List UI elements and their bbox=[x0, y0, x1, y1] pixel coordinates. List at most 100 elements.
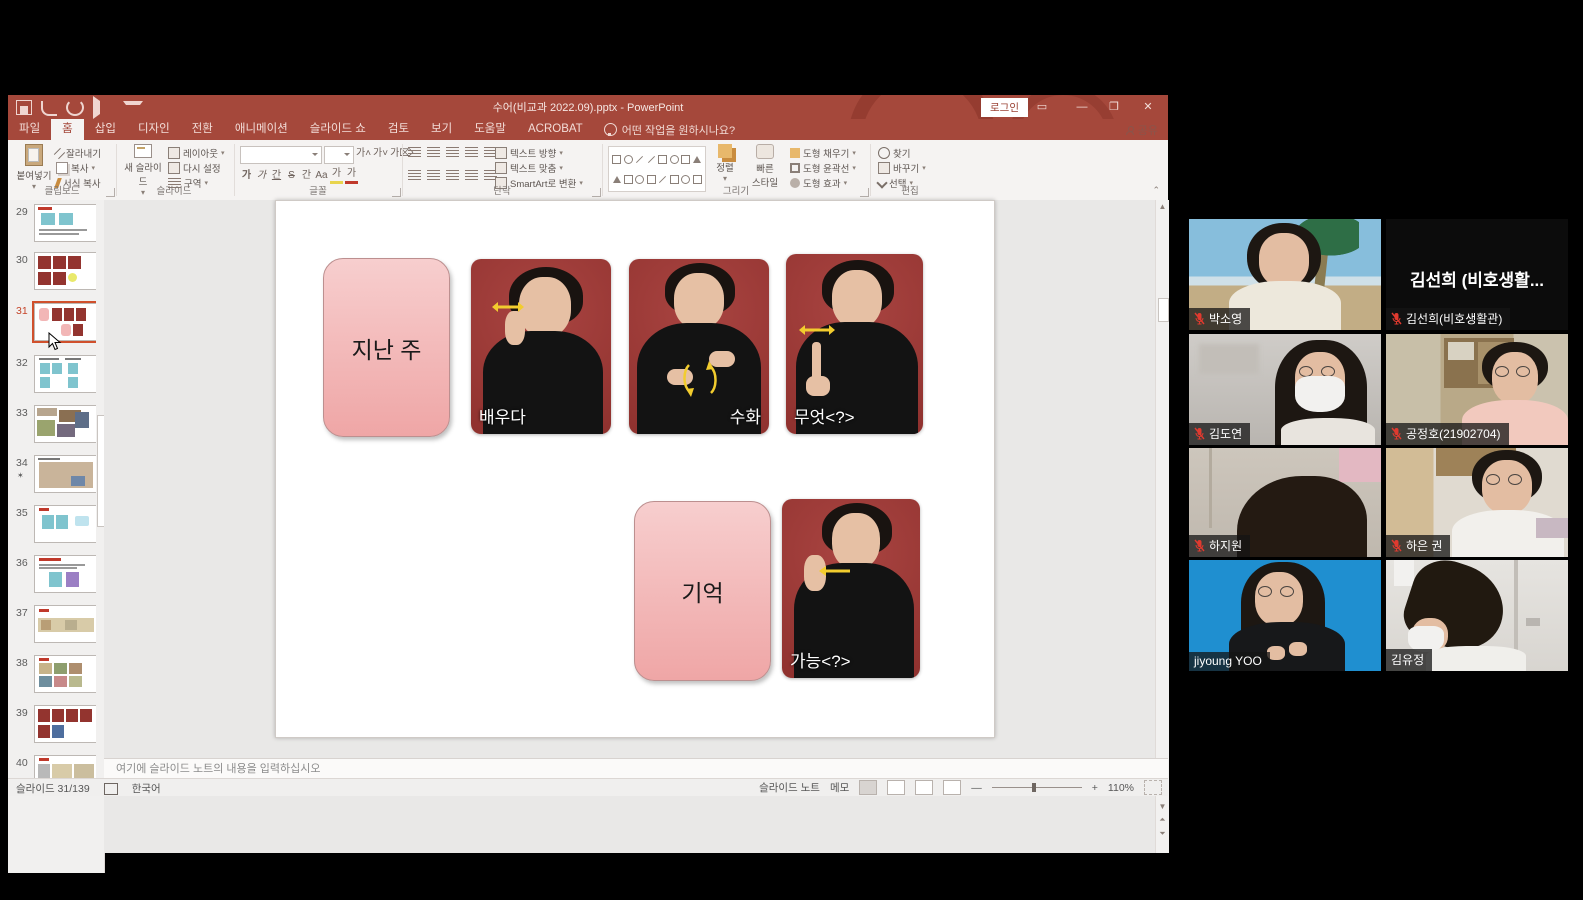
sign-photo-what[interactable]: 무엇<?> bbox=[786, 254, 923, 434]
shape-icon[interactable] bbox=[636, 155, 643, 162]
copy-button[interactable]: 복사▾ bbox=[56, 161, 95, 175]
bullets-icon[interactable] bbox=[408, 147, 421, 157]
minimize-button[interactable]: — bbox=[1068, 95, 1096, 119]
drawing-dialog-launcher[interactable] bbox=[860, 188, 869, 197]
replace-button[interactable]: 바꾸기▾ bbox=[878, 161, 926, 175]
main-scrollbar-thumb[interactable] bbox=[1158, 298, 1169, 322]
shape-outline-button[interactable]: 도형 윤곽선▾ bbox=[790, 161, 856, 175]
align-right-icon[interactable] bbox=[446, 170, 459, 180]
slide-canvas[interactable]: 지난 주 배우다 수화 무엇<?> 기억 bbox=[275, 200, 995, 738]
font-dialog-launcher[interactable] bbox=[392, 188, 401, 197]
pink-shape-last-week[interactable]: 지난 주 bbox=[323, 258, 450, 437]
strikethrough-button[interactable]: S bbox=[285, 169, 298, 183]
tell-me-search[interactable]: 어떤 작업을 원하시나요? bbox=[594, 119, 745, 140]
sign-photo-possible[interactable]: 가능<?> bbox=[782, 499, 920, 678]
shape-icon[interactable] bbox=[658, 155, 667, 164]
accessibility-icon[interactable] bbox=[104, 783, 118, 795]
align-left-icon[interactable] bbox=[408, 170, 421, 180]
tab-acrobat[interactable]: ACROBAT bbox=[517, 119, 594, 140]
char-spacing-button[interactable]: 간 bbox=[300, 169, 313, 183]
thumbnail-scrollbar[interactable] bbox=[96, 200, 104, 873]
participant-tile-gongjungho[interactable]: 공정호(21902704) bbox=[1386, 334, 1568, 445]
login-button[interactable]: 로그인 bbox=[981, 98, 1028, 117]
tab-file[interactable]: 파일 bbox=[8, 119, 51, 140]
shape-icon[interactable] bbox=[670, 155, 679, 164]
justify-icon[interactable] bbox=[465, 170, 478, 180]
reset-button[interactable]: 다시 설정 bbox=[168, 161, 221, 175]
previous-slide-icon[interactable]: ⏶ bbox=[1156, 815, 1169, 825]
underline-button[interactable]: 간 bbox=[270, 169, 283, 183]
participant-tile-kimdoyeon[interactable]: 김도연 bbox=[1189, 334, 1381, 445]
slide-sorter-view-button[interactable] bbox=[887, 780, 905, 795]
change-case-button[interactable]: Aa bbox=[315, 169, 328, 183]
participant-tile-kimsunhee[interactable]: 김선희 (비호생활... 김선희(비호생활관) bbox=[1386, 219, 1568, 330]
participant-tile-kimyujung[interactable]: 김유정 bbox=[1386, 560, 1568, 671]
bold-button[interactable]: 가 bbox=[240, 169, 253, 183]
zoom-slider[interactable] bbox=[992, 787, 1082, 788]
shape-icon[interactable] bbox=[624, 155, 633, 164]
alignment-buttons[interactable] bbox=[408, 170, 497, 180]
sign-photo-learn[interactable]: 배우다 bbox=[471, 259, 611, 434]
tab-home[interactable]: 홈 bbox=[51, 119, 84, 140]
align-center-icon[interactable] bbox=[427, 170, 440, 180]
participant-tile-haeunkwon[interactable]: 하은 권 bbox=[1386, 448, 1568, 557]
find-button[interactable]: 찾기 bbox=[878, 146, 910, 160]
scroll-up-icon[interactable]: ▲ bbox=[1156, 202, 1169, 211]
shape-icon[interactable] bbox=[681, 155, 690, 164]
font-name-combobox[interactable] bbox=[240, 146, 322, 164]
shape-fill-button[interactable]: 도형 채우기▾ bbox=[790, 146, 856, 160]
font-color-button[interactable]: 가 bbox=[345, 167, 358, 184]
shape-icon[interactable] bbox=[648, 155, 655, 162]
list-indent-buttons[interactable] bbox=[408, 147, 497, 157]
layout-button[interactable]: 레이아웃▾ bbox=[168, 146, 224, 160]
next-slide-icon[interactable]: ⏷ bbox=[1156, 829, 1169, 839]
tab-view[interactable]: 보기 bbox=[420, 119, 463, 140]
pink-shape-memory[interactable]: 기억 bbox=[634, 501, 771, 681]
scroll-down-icon[interactable]: ▼ bbox=[1156, 802, 1169, 811]
tab-insert[interactable]: 삽입 bbox=[84, 119, 127, 140]
zoom-level[interactable]: 110% bbox=[1108, 782, 1134, 794]
fit-to-window-button[interactable] bbox=[1144, 780, 1162, 795]
notes-pane[interactable]: 여기에 슬라이드 노트의 내용을 입력하십시오 bbox=[104, 758, 1168, 778]
clipboard-dialog-launcher[interactable] bbox=[106, 188, 115, 197]
text-direction-button[interactable]: 텍스트 방향▾ bbox=[495, 146, 563, 160]
highlight-button[interactable]: 가 bbox=[330, 167, 343, 184]
paragraph-dialog-launcher[interactable] bbox=[592, 188, 601, 197]
tab-design[interactable]: 디자인 bbox=[127, 119, 181, 140]
cut-button[interactable]: 잘라내기 bbox=[56, 146, 101, 160]
memo-toggle-button[interactable]: 메모 bbox=[830, 780, 849, 795]
share-button[interactable]: 공유 bbox=[1126, 119, 1158, 140]
tab-transition[interactable]: 전환 bbox=[181, 119, 224, 140]
collapse-ribbon-icon[interactable]: ⌃ bbox=[1152, 185, 1160, 196]
font-style-buttons[interactable]: 가 가 간 S 간 Aa 가 가 bbox=[240, 167, 358, 184]
zoom-in-button[interactable]: + bbox=[1092, 782, 1098, 794]
language-indicator[interactable]: 한국어 bbox=[132, 781, 161, 796]
participant-tile-parksoyoung[interactable]: 박소영 bbox=[1189, 219, 1381, 330]
participant-tile-hajiwon[interactable]: 하지원 bbox=[1189, 448, 1381, 557]
tab-help[interactable]: 도움말 bbox=[463, 119, 517, 140]
reading-view-button[interactable] bbox=[915, 780, 933, 795]
tab-review[interactable]: 검토 bbox=[377, 119, 420, 140]
slideshow-view-button[interactable] bbox=[943, 780, 961, 795]
main-scrollbar[interactable]: ▲ ▼ ⏶ ⏷ bbox=[1155, 200, 1169, 853]
ribbon-display-options-button[interactable]: ▭ bbox=[1028, 95, 1056, 119]
sign-photo-sign-language[interactable]: 수화 bbox=[629, 259, 769, 434]
shape-icon[interactable] bbox=[612, 155, 621, 164]
participant-tile-jiyoungyoo-active-speaker[interactable]: jiyoung YOO bbox=[1189, 560, 1381, 671]
numbering-icon[interactable] bbox=[427, 147, 440, 157]
align-text-button[interactable]: 텍스트 맞춤▾ bbox=[495, 161, 563, 175]
zoom-slider-knob[interactable] bbox=[1032, 783, 1036, 792]
arrange-button[interactable]: 정렬▾ bbox=[708, 144, 742, 183]
shape-icon[interactable] bbox=[693, 156, 701, 163]
italic-button[interactable]: 가 bbox=[255, 169, 268, 183]
restore-button[interactable]: ❐ bbox=[1100, 95, 1128, 119]
tab-slideshow[interactable]: 슬라이드 쇼 bbox=[299, 119, 377, 140]
increase-indent-icon[interactable] bbox=[465, 147, 478, 157]
close-button[interactable]: ✕ bbox=[1134, 95, 1162, 119]
font-grow-shrink[interactable]: 가˄가˅가⌦ bbox=[356, 147, 413, 161]
decrease-indent-icon[interactable] bbox=[446, 147, 459, 157]
zoom-out-button[interactable]: — bbox=[971, 782, 982, 794]
tab-animation[interactable]: 애니메이션 bbox=[224, 119, 299, 140]
font-size-combobox[interactable] bbox=[324, 146, 354, 164]
normal-view-button[interactable] bbox=[859, 780, 877, 795]
